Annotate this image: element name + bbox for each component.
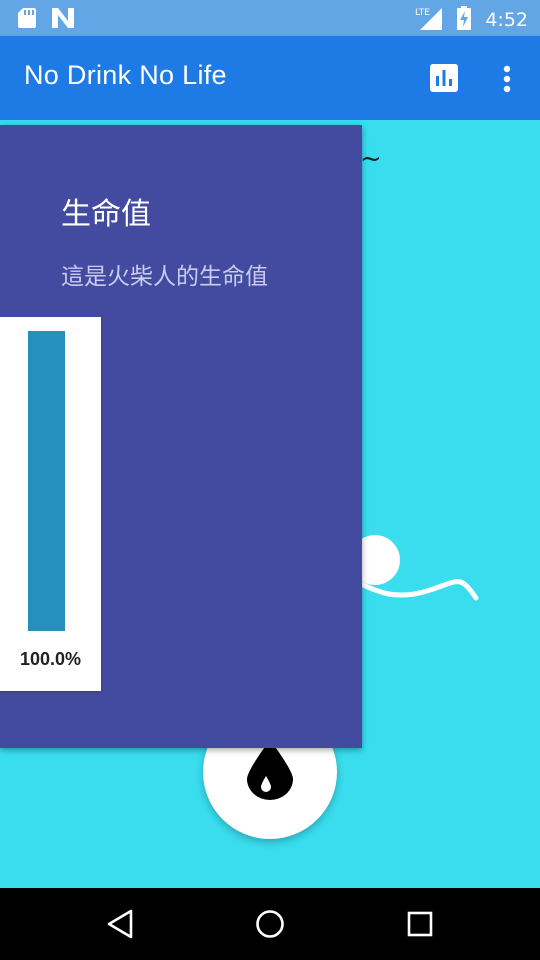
sd-card-icon <box>18 8 36 32</box>
status-bar: LTE 4:52 <box>0 0 540 36</box>
water-drop-icon <box>245 740 295 804</box>
app-bar: No Drink No Life <box>0 36 540 120</box>
n-notification-icon <box>52 8 74 32</box>
lte-signal-icon: LTE <box>415 6 443 34</box>
network-type-text: LTE <box>415 8 430 18</box>
home-icon[interactable] <box>252 906 288 942</box>
tilde-text: ~ <box>360 144 382 174</box>
status-time: 4:52 <box>485 9 528 31</box>
recents-icon[interactable] <box>402 906 438 942</box>
chart-icon[interactable] <box>430 64 460 94</box>
health-meter-card: 100.0% <box>0 317 101 691</box>
back-icon[interactable] <box>103 906 139 942</box>
health-meter-fill <box>28 331 65 631</box>
stickman-figure <box>340 520 490 620</box>
tooltip-subtitle: 這是火柴人的生命值 <box>61 264 268 290</box>
more-vert-icon[interactable] <box>496 62 520 96</box>
health-meter-label: 100.0% <box>19 649 82 669</box>
app-title: No Drink No Life <box>24 60 227 90</box>
system-nav-bar <box>0 888 540 960</box>
battery-charging-icon <box>457 6 472 34</box>
tooltip-title: 生命值 <box>61 197 151 232</box>
health-meter-track <box>28 331 65 631</box>
